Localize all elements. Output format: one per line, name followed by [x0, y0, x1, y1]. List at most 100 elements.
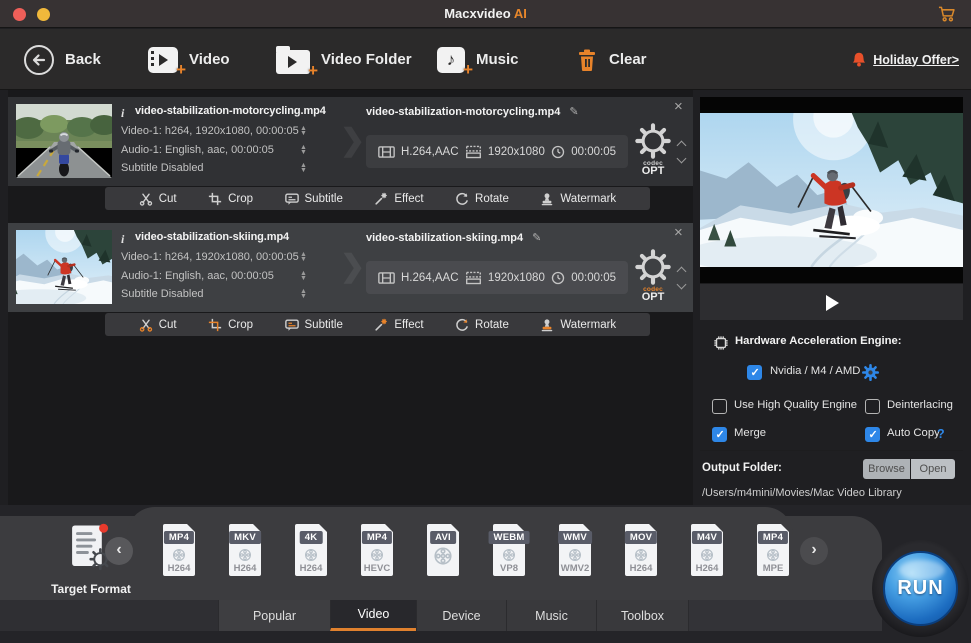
high-quality-checkbox[interactable] — [712, 399, 727, 414]
scroll-right-button[interactable]: › — [800, 537, 828, 565]
tab-popular[interactable]: Popular — [218, 600, 330, 631]
format-mp4-hevc[interactable]: MP4HEVC — [357, 524, 397, 578]
resolution-stat: 1920x1080 — [465, 145, 545, 159]
remove-file-icon[interactable]: × — [674, 226, 683, 240]
browse-button[interactable]: Browse — [863, 459, 910, 479]
holiday-offer-link[interactable]: Holiday Offer> — [851, 29, 959, 90]
rename-icon[interactable]: ✎ — [532, 232, 541, 244]
trash-icon — [576, 48, 598, 72]
resolution-stat: 1920x1080 — [465, 271, 545, 285]
subtitle-track-info: Subtitle Disabled — [121, 162, 204, 174]
cut-button[interactable]: Cut — [139, 192, 177, 206]
subtitle-button[interactable]: Subtitle — [285, 318, 343, 332]
crop-button[interactable]: Crop — [208, 192, 253, 206]
file-entry-skiing[interactable]: i video-stabilization-skiing.mp4 Video-1… — [8, 223, 693, 312]
scroll-left-button[interactable]: ‹ — [105, 537, 133, 565]
watermark-button[interactable]: Watermark — [540, 318, 616, 332]
effect-button[interactable]: Effect — [374, 192, 423, 206]
audio-track-selector[interactable]: ▲▼ — [300, 271, 307, 281]
hardware-accel-label: Hardware Acceleration Engine: — [735, 335, 902, 347]
add-video-button[interactable]: + Video — [148, 29, 230, 90]
edit-toolbar: Cut Crop Subtitle Effect Rotate Watermar… — [105, 187, 650, 210]
watermark-button[interactable]: Watermark — [540, 192, 616, 206]
format-wmv-wmv2[interactable]: WMVWMV2 — [555, 524, 595, 578]
info-icon[interactable]: i — [121, 106, 124, 121]
source-filename: video-stabilization-skiing.mp4 — [135, 231, 289, 243]
remove-file-icon[interactable]: × — [674, 100, 683, 114]
format-mp4-h264[interactable]: MP4H264 — [159, 524, 199, 578]
clock-icon — [551, 145, 565, 159]
format-list: MP4H264 MKVH264 4KH264 MP4HEVC AVI WEBMV… — [146, 524, 792, 584]
gpu-checkbox[interactable] — [747, 365, 762, 380]
frames-icon — [465, 145, 482, 159]
format-mp4-mpeg[interactable]: MP4MPE — [753, 524, 792, 578]
add-video-icon: + — [148, 47, 178, 73]
video-thumbnail — [16, 230, 112, 304]
stamp-icon — [540, 318, 554, 332]
file-entry-motorcycling[interactable]: i video-stabilization-motorcycling.mp4 V… — [8, 97, 693, 186]
codec-stat: H.264,AAC — [378, 145, 459, 159]
bell-icon — [851, 52, 867, 67]
source-filename: video-stabilization-motorcycling.mp4 — [135, 105, 326, 117]
output-folder-section: Output Folder: Browse Open /Users/m4mini… — [700, 450, 963, 505]
help-icon[interactable]: ? — [937, 427, 945, 441]
output-folder-label: Output Folder: — [702, 462, 782, 474]
rotate-button[interactable]: Rotate — [455, 192, 509, 206]
back-button[interactable]: Back — [24, 29, 101, 90]
format-m4v-h264[interactable]: M4VH264 — [687, 524, 727, 578]
format-mov-h264[interactable]: MOVH264 — [621, 524, 661, 578]
audio-track-selector[interactable]: ▲▼ — [300, 145, 307, 155]
cut-button[interactable]: Cut — [139, 318, 177, 332]
subtitle-track-info: Subtitle Disabled — [121, 288, 204, 300]
info-icon[interactable]: i — [121, 232, 124, 247]
video-track-selector[interactable]: ▲▼ — [300, 252, 307, 262]
subtitle-track-selector[interactable]: ▲▼ — [300, 163, 307, 173]
deinterlacing-checkbox[interactable] — [865, 399, 880, 414]
target-format-button[interactable]: Target Format — [24, 521, 158, 596]
play-button[interactable] — [826, 295, 839, 311]
subtitle-track-selector[interactable]: ▲▼ — [300, 289, 307, 299]
tab-video[interactable]: Video — [330, 600, 416, 631]
codec-gear-icon — [635, 123, 671, 159]
magic-wand-icon — [374, 318, 388, 332]
effect-button[interactable]: Effect — [374, 318, 423, 332]
format-avi[interactable]: AVI — [423, 524, 463, 578]
run-button[interactable]: RUN — [872, 540, 969, 637]
film-icon — [378, 145, 395, 159]
deinterlacing-label: Deinterlacing — [887, 399, 953, 411]
video-track-selector[interactable]: ▲▼ — [300, 126, 307, 136]
auto-copy-checkbox[interactable] — [865, 427, 880, 442]
cart-icon[interactable] — [938, 5, 957, 28]
video-preview[interactable] — [700, 97, 963, 283]
subtitle-button[interactable]: Subtitle — [285, 192, 343, 206]
target-format-label: Target Format — [24, 582, 158, 596]
add-video-folder-icon: + — [276, 50, 310, 74]
rename-icon[interactable]: ✎ — [569, 106, 578, 118]
tab-music[interactable]: Music — [506, 600, 596, 631]
format-mkv-h264[interactable]: MKVH264 — [225, 524, 265, 578]
reorder-control[interactable] — [678, 268, 685, 288]
auto-copy-label: Auto Copy — [887, 427, 940, 439]
tab-toolbox[interactable]: Toolbox — [596, 600, 688, 631]
add-music-button[interactable]: ♪+ Music — [437, 29, 519, 90]
gpu-label: Nvidia / M4 / AMD — [770, 365, 860, 377]
titlebar: Macxvideo AI — [0, 0, 971, 28]
reorder-control[interactable] — [678, 142, 685, 162]
crop-button[interactable]: Crop — [208, 318, 253, 332]
rotate-button[interactable]: Rotate — [455, 318, 509, 332]
clear-button[interactable]: Clear — [576, 29, 647, 90]
edit-toolbar: Cut Crop Subtitle Effect Rotate Watermar… — [105, 313, 650, 336]
add-video-folder-button[interactable]: + Video Folder — [276, 29, 412, 90]
codec-options-button[interactable]: codec OPT — [629, 123, 677, 177]
format-4k-h264[interactable]: 4KH264 — [291, 524, 331, 578]
gpu-settings-gear-icon[interactable] — [862, 364, 879, 381]
merge-checkbox[interactable] — [712, 427, 727, 442]
codec-options-button[interactable]: codec OPT — [629, 249, 677, 303]
codec-gear-icon — [635, 249, 671, 285]
open-button[interactable]: Open — [911, 459, 955, 479]
tab-filler — [688, 600, 882, 631]
tab-device[interactable]: Device — [416, 600, 506, 631]
frames-icon — [465, 271, 482, 285]
magic-wand-icon — [374, 192, 388, 206]
format-webm-vp8[interactable]: WEBMVP8 — [489, 524, 529, 578]
